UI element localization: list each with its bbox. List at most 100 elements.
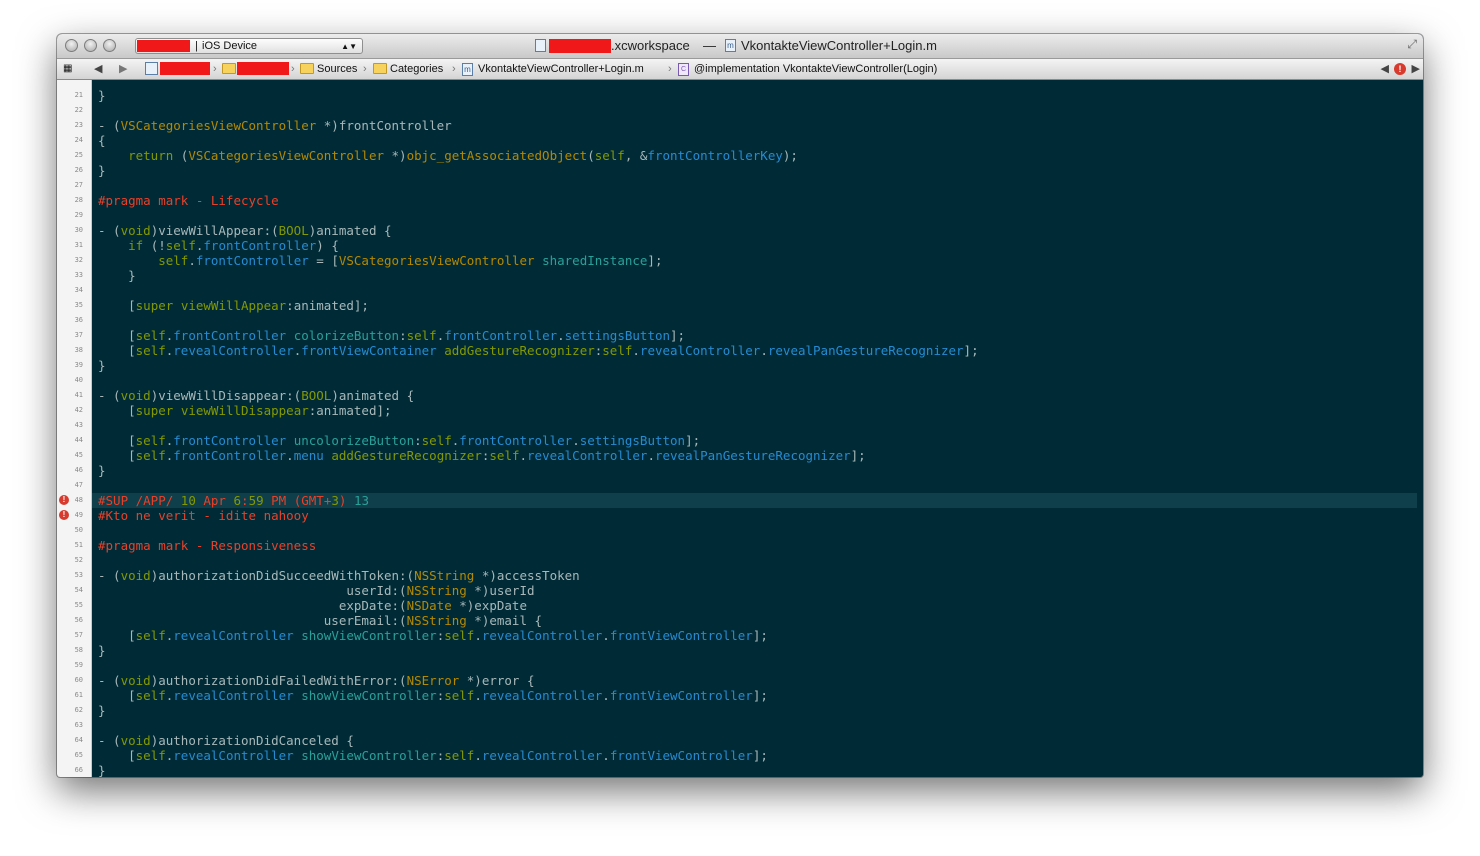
code-token: ]; xyxy=(752,628,768,643)
code-line[interactable]: [self.revealController showViewControlle… xyxy=(98,688,768,703)
code-token: *) xyxy=(384,148,407,163)
code-line[interactable]: - (void)authorizationDidFailedWithError:… xyxy=(98,673,535,688)
code-line[interactable]: } xyxy=(98,88,106,103)
code-token: [ xyxy=(98,748,136,763)
minimize-window-button[interactable] xyxy=(84,39,97,52)
code-line[interactable]: return (VSCategoriesViewController *)obj… xyxy=(98,148,798,163)
code-token: )animated { xyxy=(331,388,415,403)
code-token: void xyxy=(120,568,151,583)
code-token: . xyxy=(519,448,528,463)
back-button[interactable]: ◀ xyxy=(94,59,102,79)
related-items-icon[interactable]: ▦ xyxy=(63,59,73,79)
code-token: NSDate xyxy=(406,598,452,613)
code-token: ]; xyxy=(963,343,979,358)
m-file-icon: m xyxy=(725,39,736,52)
code-token: sharedInstance xyxy=(542,253,648,268)
jumpbar-item-implementation[interactable]: @implementation VkontakteViewController(… xyxy=(694,59,937,79)
code-line[interactable]: #Kto ne verit - idite nahooy xyxy=(98,508,309,523)
code-line[interactable]: #pragma mark - Responsiveness xyxy=(98,538,316,553)
code-line[interactable]: [super viewWillAppear:animated]; xyxy=(98,298,369,313)
current-code-line[interactable]: #SUP /APP/ 10 Apr 6:59 PM (GMT+3) 13 xyxy=(92,493,1417,508)
code-token: . xyxy=(647,448,655,463)
scheme-selector[interactable]: | iOS Device ▲▼ xyxy=(135,38,363,54)
jump-bar: ▦ ◀ ▶ › › Sources › Categories › m Vkont… xyxy=(57,59,1423,80)
code-line[interactable]: [self.revealController showViewControlle… xyxy=(98,748,768,763)
code-line[interactable]: - (void)authorizationDidSucceedWithToken… xyxy=(98,568,580,583)
code-line[interactable]: - (void)viewWillDisappear:(BOOL)animated… xyxy=(98,388,414,403)
issue-error-icon[interactable]: ! xyxy=(1394,63,1406,75)
code-token: void xyxy=(120,223,151,238)
redacted-group-name[interactable] xyxy=(237,62,289,75)
code-token: menu xyxy=(293,448,324,463)
code-token: frontController xyxy=(203,238,317,253)
code-token: } xyxy=(98,643,106,658)
code-line[interactable]: { xyxy=(98,133,106,148)
code-line[interactable]: } xyxy=(98,703,106,718)
code-token: if xyxy=(128,238,144,253)
code-line[interactable]: } xyxy=(98,268,136,283)
code-line[interactable]: - (void)authorizationDidCanceled { xyxy=(98,733,354,748)
close-window-button[interactable] xyxy=(65,39,78,52)
jumpbar-item-file[interactable]: VkontakteViewController+Login.m xyxy=(478,59,644,79)
code-token: NSString xyxy=(406,613,467,628)
code-token: self xyxy=(135,448,166,463)
line-number: 62 xyxy=(74,706,83,714)
forward-button[interactable]: ▶ xyxy=(119,59,127,79)
code-token: self xyxy=(165,238,196,253)
code-line[interactable]: if (!self.frontController) { xyxy=(98,238,339,253)
line-number: 37 xyxy=(74,331,83,339)
code-token: self xyxy=(158,253,189,268)
code-line[interactable]: #pragma mark - Lifecycle xyxy=(98,193,279,208)
code-token: self xyxy=(421,433,452,448)
code-line[interactable]: } xyxy=(98,763,106,777)
line-number: 29 xyxy=(74,211,83,219)
code-line[interactable]: - (void)viewWillAppear:(BOOL)animated { xyxy=(98,223,392,238)
code-token: frontViewController xyxy=(609,688,753,703)
code-editor[interactable]: } - (VSCategoriesViewController *)frontCo… xyxy=(92,80,1423,777)
code-token: ]; xyxy=(752,748,768,763)
code-line[interactable]: expDate:(NSDate *)expDate xyxy=(98,598,527,613)
code-line[interactable]: [self.frontController colorizeButton:sel… xyxy=(98,328,685,343)
redacted-project-name[interactable] xyxy=(160,62,210,75)
code-line[interactable]: [self.frontController uncolorizeButton:s… xyxy=(98,433,700,448)
folder-icon xyxy=(373,63,387,74)
code-token: self xyxy=(602,343,633,358)
code-line[interactable]: userEmail:(NSString *)email { xyxy=(98,613,542,628)
zoom-window-button[interactable] xyxy=(103,39,116,52)
code-line[interactable]: - (VSCategoriesViewController *)frontCon… xyxy=(98,118,452,133)
code-token: )authorizationDidSucceedWithToken:( xyxy=(150,568,415,583)
code-line[interactable]: } xyxy=(98,163,106,178)
code-token: 3 xyxy=(331,493,339,508)
line-number: 50 xyxy=(74,526,83,534)
code-token: VSCategoriesViewController xyxy=(188,148,384,163)
jumpbar-item-categories[interactable]: Categories xyxy=(390,59,443,79)
code-token: [ xyxy=(98,328,136,343)
line-number-gutter[interactable]: 21 22 23 24 25 26 27 28 29 30 31 32 33 34 35 36 37 38 39 40… xyxy=(57,80,92,777)
code-line[interactable]: } xyxy=(98,358,106,373)
code-token: frontController xyxy=(195,253,309,268)
code-line[interactable]: } xyxy=(98,463,106,478)
code-token: PM (GMT+ xyxy=(263,493,332,508)
fullscreen-icon[interactable]: ⤢ xyxy=(1407,37,1417,52)
code-token: . xyxy=(286,448,294,463)
class-implementation-icon: C xyxy=(678,63,689,76)
code-line[interactable]: self.frontController = [VSCategoriesView… xyxy=(98,253,662,268)
code-token: revealController xyxy=(481,628,603,643)
next-issue-button[interactable]: ▶ xyxy=(1412,59,1420,79)
code-line[interactable]: userId:(NSString *)userId xyxy=(98,583,534,598)
error-marker-icon[interactable]: ! xyxy=(59,510,69,520)
line-number: 45 xyxy=(74,451,83,459)
code-line[interactable]: } xyxy=(98,643,106,658)
code-line[interactable]: [self.revealController.frontViewContaine… xyxy=(98,343,979,358)
code-line[interactable]: [self.revealController showViewControlle… xyxy=(98,628,768,643)
code-token: 59 xyxy=(248,493,264,508)
code-line[interactable]: [self.frontController.menu addGestureRec… xyxy=(98,448,866,463)
jumpbar-item-sources[interactable]: Sources xyxy=(317,59,357,79)
redacted-workspace-name xyxy=(549,39,611,53)
previous-issue-button[interactable]: ◀ xyxy=(1381,59,1389,79)
code-line[interactable]: [super viewWillDisappear:animated]; xyxy=(98,403,391,418)
error-marker-icon[interactable]: ! xyxy=(59,495,69,505)
code-token: super xyxy=(135,298,174,313)
scheme-divider: | xyxy=(195,40,198,52)
